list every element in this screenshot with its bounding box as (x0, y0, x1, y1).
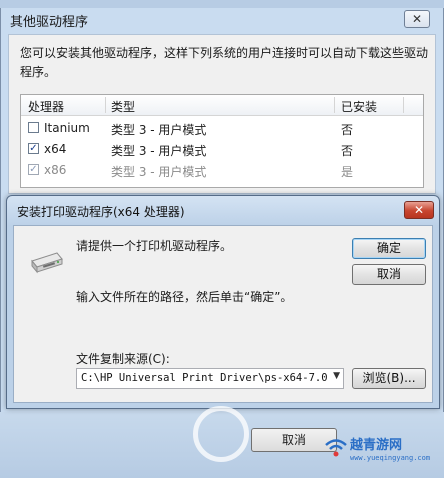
additional-drivers-close-button[interactable]: ✕ (404, 10, 430, 28)
table-row: ✓ x86 类型 3 - 用户模式 是 (21, 160, 423, 181)
driver-list[interactable]: 处理器 类型 已安装 Itanium 类型 3 - 用户模式 否 ✓ x64 类… (20, 94, 424, 188)
x86-checkbox: ✓ (28, 164, 39, 175)
column-separator (105, 97, 106, 113)
watermark-url: www.yueqingyang.com (350, 454, 431, 462)
column-installed[interactable]: 已安装 (341, 98, 377, 115)
copy-from-label: 文件复制来源(C): (76, 352, 170, 366)
table-row[interactable]: Itanium 类型 3 - 用户模式 否 (21, 118, 423, 139)
row-processor: x64 (44, 142, 67, 156)
driver-prompt-text: 请提供一个打印机驱动程序。 (76, 239, 233, 253)
row-type: 类型 3 - 用户模式 (111, 165, 207, 179)
row-processor: Itanium (44, 121, 90, 135)
copy-from-combobox[interactable]: C:\HP Universal Print Driver\ps-x64-7.0.… (76, 368, 344, 389)
itanium-checkbox[interactable] (28, 122, 39, 133)
column-type[interactable]: 类型 (111, 98, 135, 115)
column-processor[interactable]: 处理器 (28, 98, 64, 115)
copy-from-value[interactable]: C:\HP Universal Print Driver\ps-x64-7.0. (81, 372, 327, 384)
row-installed: 否 (341, 144, 354, 158)
table-row[interactable]: ✓ x64 类型 3 - 用户模式 否 (21, 139, 423, 160)
install-dialog-close-button[interactable]: ✕ (404, 201, 434, 219)
row-processor: x86 (44, 163, 67, 177)
install-print-driver-dialog: 安装打印驱动程序(x64 处理器) ✕ 请提供一个打印机驱动程序。 输入文件所在… (6, 195, 440, 409)
disk-drive-icon (31, 252, 63, 274)
path-instruction-text: 输入文件所在的路径，然后单击“确定”。 (76, 290, 293, 304)
driver-list-header: 处理器 类型 已安装 (21, 95, 423, 116)
wifi-icon (325, 439, 347, 457)
column-separator (403, 97, 404, 113)
row-type: 类型 3 - 用户模式 (111, 123, 207, 137)
row-installed: 是 (341, 165, 354, 179)
dropdown-arrow-icon[interactable]: ▼ (333, 371, 340, 381)
install-dialog-body: 请提供一个打印机驱动程序。 输入文件所在的路径，然后单击“确定”。 文件复制来源… (13, 225, 433, 403)
x64-checkbox[interactable]: ✓ (28, 143, 39, 154)
underlying-window-strip (0, 0, 444, 8)
browse-button[interactable]: 浏览(B)... (352, 368, 426, 389)
ok-button[interactable]: 确定 (352, 238, 426, 259)
column-separator (334, 97, 335, 113)
additional-drivers-description: 您可以安装其他驱动程序，这样下列系统的用户连接时可以自动下载这些驱动程序。 (20, 46, 429, 79)
watermark-circle (193, 406, 249, 462)
watermark-name: 越青游网 (350, 438, 403, 453)
additional-drivers-title: 其他驱动程序 (10, 15, 89, 30)
cancel-button[interactable]: 取消 (352, 264, 426, 285)
install-dialog-title: 安装打印驱动程序(x64 处理器) (17, 205, 185, 219)
watermark-logo: 越青游网 www.yueqingyang.com (322, 434, 442, 476)
row-installed: 否 (341, 123, 354, 137)
row-type: 类型 3 - 用户模式 (111, 144, 207, 158)
